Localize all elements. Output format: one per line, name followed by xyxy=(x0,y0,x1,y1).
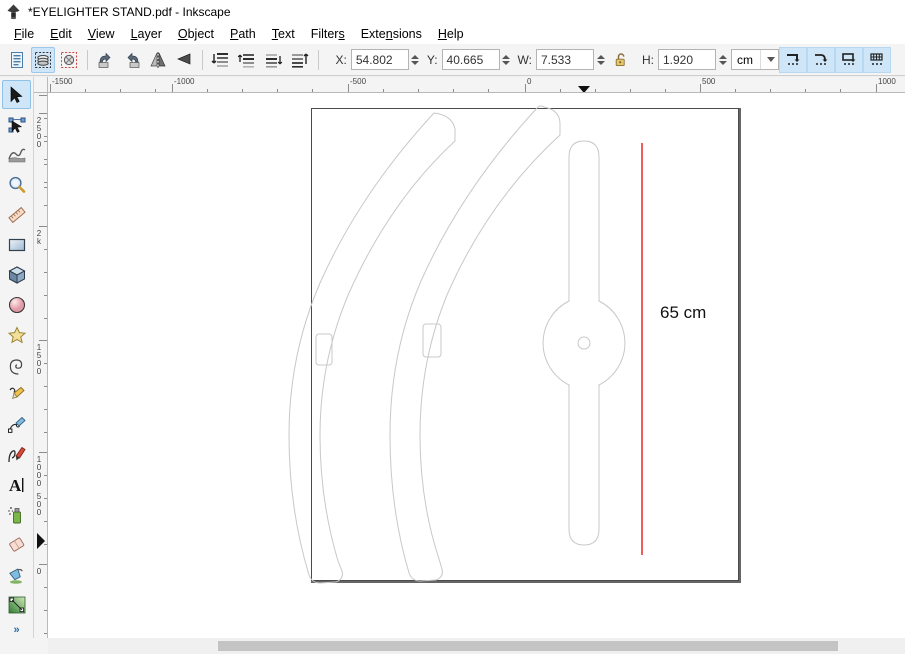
lower-to-bottom-icon[interactable] xyxy=(287,47,311,73)
unit-value: cm xyxy=(737,53,753,67)
vruler-label-2: 1500 xyxy=(35,344,43,376)
menu-edit[interactable]: Edit xyxy=(42,25,80,43)
bottom-left-filler xyxy=(0,638,48,654)
star-tool[interactable] xyxy=(2,320,31,349)
menu-path[interactable]: Path xyxy=(222,25,264,43)
tool-box: A xyxy=(0,77,34,654)
y-stepper[interactable] xyxy=(501,49,512,70)
spiral-tool[interactable] xyxy=(2,350,31,379)
vertical-scrollbar[interactable] xyxy=(891,93,905,638)
lower-icon[interactable] xyxy=(261,47,285,73)
menu-file[interactable]: File xyxy=(6,25,42,43)
selection-coordinates: X: 54.802 Y: 40.665 W: 7.533 xyxy=(330,49,779,71)
zoom-tool[interactable] xyxy=(2,170,31,199)
svg-text:A: A xyxy=(9,476,22,495)
eraser-tool[interactable] xyxy=(2,530,31,559)
measure-tool[interactable] xyxy=(2,200,31,229)
gradient-tool[interactable] xyxy=(2,590,31,619)
x-label: X: xyxy=(336,53,347,67)
menu-bar: File Edit View Layer Object Path Text Fi… xyxy=(0,23,905,44)
pen-tool[interactable] xyxy=(2,410,31,439)
paint-bucket-tool[interactable] xyxy=(2,560,31,589)
vruler-label-1: 2k xyxy=(35,230,43,246)
raise-to-top-icon[interactable] xyxy=(209,47,233,73)
calligraphy-tool[interactable] xyxy=(2,440,31,469)
h-label: H: xyxy=(642,53,654,67)
select-all-in-all-layers-icon[interactable] xyxy=(31,47,55,73)
menu-layer[interactable]: Layer xyxy=(123,25,170,43)
transform-patterns-toggle[interactable] xyxy=(863,47,891,73)
title-bar: *EYELIGHTER STAND.pdf - Inkscape xyxy=(0,0,905,23)
w-stepper[interactable] xyxy=(595,49,606,70)
lock-open-icon[interactable] xyxy=(611,49,631,71)
vruler-label-0: 2500 xyxy=(35,117,43,149)
vruler-label-4: 500 xyxy=(35,493,43,517)
menu-help[interactable]: Help xyxy=(430,25,472,43)
command-separator-1 xyxy=(87,50,88,70)
window-title: *EYELIGHTER STAND.pdf - Inkscape xyxy=(28,5,231,19)
flip-horizontal-icon[interactable] xyxy=(146,47,170,73)
toolbox-overflow-button[interactable]: » xyxy=(13,624,19,636)
command-separator-3 xyxy=(318,50,319,70)
raise-icon[interactable] xyxy=(235,47,259,73)
drawing-canvas[interactable]: 65 cm xyxy=(48,93,905,638)
flip-vertical-icon[interactable] xyxy=(172,47,196,73)
rotate-90-ccw-icon[interactable] xyxy=(94,47,118,73)
node-tool[interactable] xyxy=(2,110,31,139)
text-tool[interactable]: A xyxy=(2,470,31,499)
command-separator-2 xyxy=(202,50,203,70)
selector-tool[interactable] xyxy=(2,80,31,109)
transform-toggles xyxy=(779,47,901,73)
menu-filters[interactable]: Filters xyxy=(303,25,353,43)
hruler-position-marker xyxy=(48,77,905,93)
inkscape-window: *EYELIGHTER STAND.pdf - Inkscape File Ed… xyxy=(0,0,905,654)
deselect-icon[interactable] xyxy=(57,47,81,73)
h-value: 1.920 xyxy=(663,53,693,67)
x-stepper[interactable] xyxy=(410,49,421,70)
h-field[interactable]: 1.920 xyxy=(658,49,716,70)
h-stepper[interactable] xyxy=(717,49,728,70)
pencil-tool[interactable] xyxy=(2,380,31,409)
vruler-label-5: 0 xyxy=(35,568,43,576)
measure-label: 65 cm xyxy=(660,303,706,323)
w-field[interactable]: 7.533 xyxy=(536,49,594,70)
horizontal-scrollbar-thumb[interactable] xyxy=(218,641,838,651)
chevron-down-icon xyxy=(767,57,775,62)
scrollbar-corner xyxy=(891,638,905,654)
rotate-90-cw-icon[interactable] xyxy=(120,47,144,73)
tweak-tool[interactable] xyxy=(2,140,31,169)
select-all-icon[interactable] xyxy=(5,47,29,73)
y-value: 40.665 xyxy=(447,53,484,67)
unit-select[interactable]: cm xyxy=(731,49,779,70)
y-label: Y: xyxy=(427,53,438,67)
y-field[interactable]: 40.665 xyxy=(442,49,500,70)
menu-view[interactable]: View xyxy=(80,25,123,43)
vertical-ruler[interactable]: 2500 2k 1500 1000 500 0 xyxy=(34,93,48,638)
menu-object[interactable]: Object xyxy=(170,25,222,43)
scale-rounded-corners-toggle[interactable] xyxy=(807,47,835,73)
horizontal-scrollbar[interactable] xyxy=(48,638,905,654)
w-value: 7.533 xyxy=(541,53,571,67)
box3d-tool[interactable] xyxy=(2,260,31,289)
x-value: 54.802 xyxy=(356,53,393,67)
rectangle-tool[interactable] xyxy=(2,230,31,259)
menu-extensions[interactable]: Extensions xyxy=(353,25,430,43)
horizontal-ruler[interactable]: -1500 -1000 -500 0 500 1000 xyxy=(48,77,905,93)
menu-text[interactable]: Text xyxy=(264,25,303,43)
scale-stroke-width-toggle[interactable] xyxy=(779,47,807,73)
ellipse-tool[interactable] xyxy=(2,290,31,319)
ruler-corner xyxy=(34,77,48,93)
transform-gradients-toggle[interactable] xyxy=(835,47,863,73)
w-label: W: xyxy=(518,53,532,67)
inkscape-logo-icon xyxy=(5,3,22,20)
vruler-label-3: 1000 xyxy=(35,456,43,488)
document-page xyxy=(311,108,739,581)
spray-tool[interactable] xyxy=(2,500,31,529)
x-field[interactable]: 54.802 xyxy=(351,49,409,70)
command-bar: X: 54.802 Y: 40.665 W: 7.533 xyxy=(0,44,905,76)
